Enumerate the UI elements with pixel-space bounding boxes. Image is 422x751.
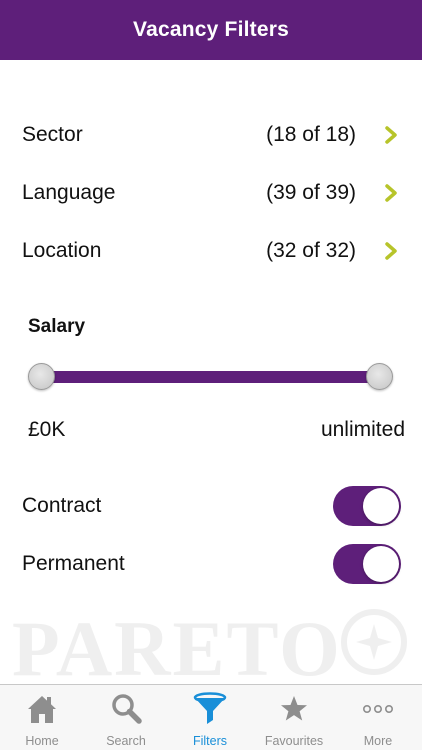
contract-toggle-row: Contract (0, 482, 422, 530)
tab-more[interactable]: More (336, 685, 420, 751)
toggle-knob (363, 546, 399, 582)
pareto-logo: PARETO (12, 605, 407, 683)
pareto-watermark: PARETO (0, 603, 422, 683)
language-count: (39 of 39) (266, 181, 356, 204)
more-icon (362, 705, 393, 714)
search-icon (112, 694, 142, 724)
salary-min-handle[interactable] (28, 363, 55, 390)
filter-icon (193, 692, 227, 724)
contract-label: Contract (22, 494, 102, 517)
salary-max-handle[interactable] (366, 363, 393, 390)
tab-bar: Home Search Filters Favourites More (0, 684, 422, 750)
contract-toggle[interactable] (333, 486, 401, 526)
home-icon (28, 696, 56, 723)
tab-filters-label: Filters (192, 734, 228, 748)
language-filter-row[interactable]: Language (39 of 39) (0, 169, 422, 217)
salary-range-slider[interactable] (26, 361, 398, 393)
tab-more-label: More (363, 734, 393, 748)
location-filter-row[interactable]: Location (32 of 32) (0, 227, 422, 275)
tab-home[interactable]: Home (0, 685, 84, 751)
tab-favourites-label: Favourites (264, 734, 324, 748)
sector-count: (18 of 18) (266, 123, 356, 146)
nav-header: Vacancy Filters (0, 0, 422, 60)
salary-slider-track (42, 371, 382, 383)
language-label: Language (22, 181, 116, 204)
toggle-knob (363, 488, 399, 524)
tab-filters[interactable]: Filters (168, 685, 252, 751)
tab-favourites[interactable]: Favourites (252, 685, 336, 751)
star-icon (281, 696, 307, 721)
page-title: Vacancy Filters (133, 18, 289, 41)
salary-max-value: unlimited (320, 418, 405, 441)
tab-search-label: Search (106, 734, 146, 748)
permanent-label: Permanent (22, 552, 125, 575)
tab-home-label: Home (25, 734, 59, 748)
sector-label: Sector (22, 123, 83, 146)
watermark-text: PARETO (12, 605, 342, 683)
salary-min-value: £0K (28, 418, 66, 441)
chevron-right-icon (385, 184, 397, 202)
location-label: Location (22, 239, 102, 262)
permanent-toggle-row: Permanent (0, 540, 422, 588)
salary-title: Salary (28, 316, 86, 337)
location-count: (32 of 32) (266, 239, 356, 262)
permanent-toggle[interactable] (333, 544, 401, 584)
sector-filter-row[interactable]: Sector (18 of 18) (0, 111, 422, 159)
chevron-right-icon (385, 126, 397, 144)
chevron-right-icon (385, 242, 397, 260)
tab-search[interactable]: Search (84, 685, 168, 751)
